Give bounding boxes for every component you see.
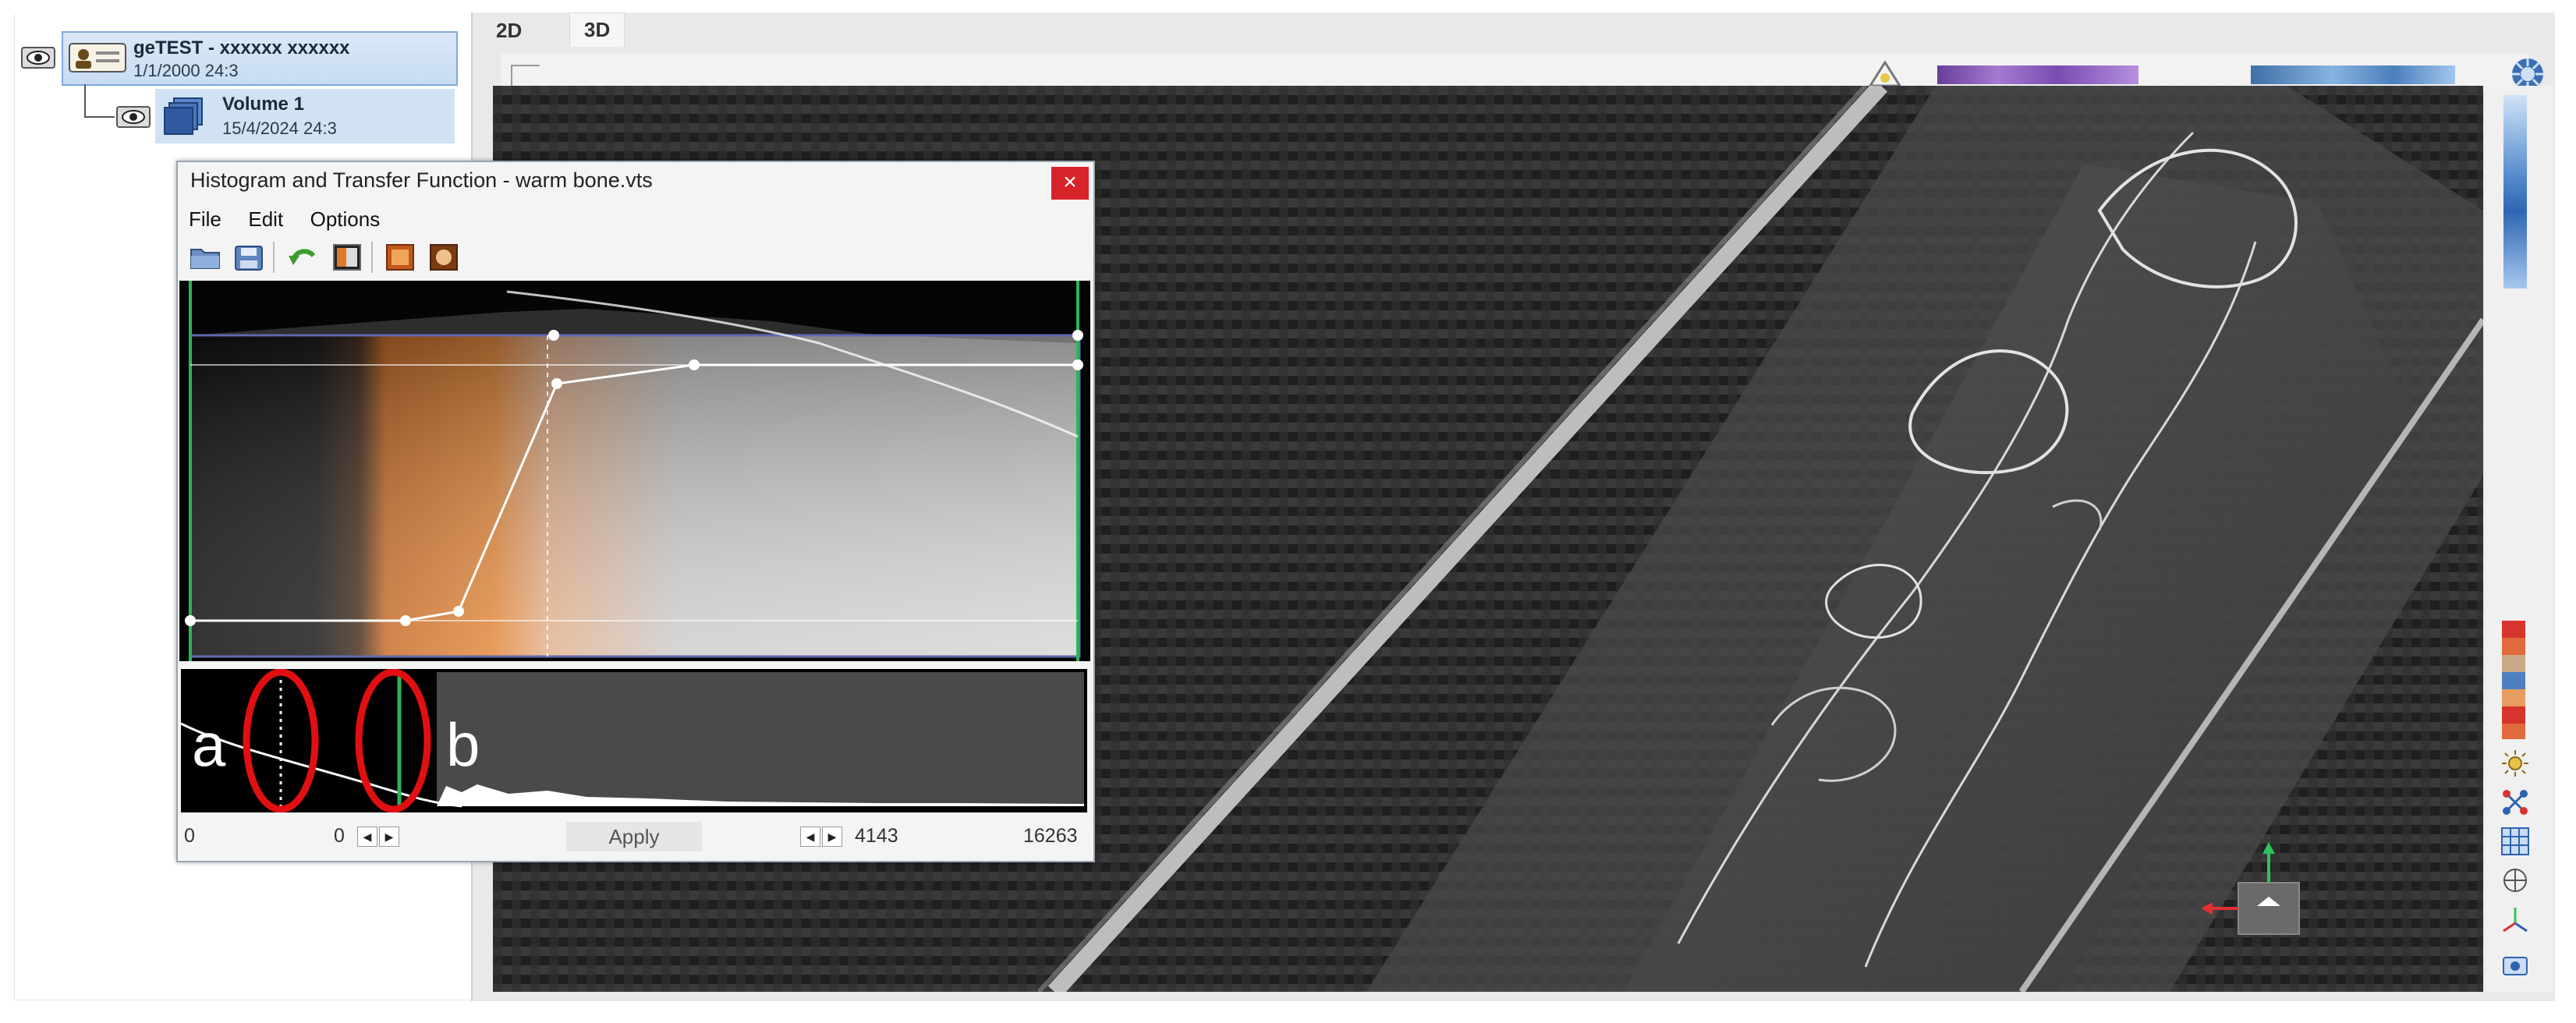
save-icon[interactable] bbox=[232, 242, 265, 273]
preset-bone-icon[interactable] bbox=[427, 242, 460, 273]
eye-icon[interactable] bbox=[21, 47, 55, 69]
eye-icon[interactable] bbox=[116, 106, 151, 128]
lower-increment-button[interactable]: ▶ bbox=[379, 827, 399, 847]
range-max-label: 16263 bbox=[1023, 825, 1078, 847]
snapshot-icon[interactable] bbox=[2500, 950, 2530, 979]
menu-file[interactable]: File bbox=[189, 207, 221, 231]
range-min-label: 0 bbox=[184, 825, 195, 847]
preset-warm-icon[interactable] bbox=[384, 242, 416, 273]
histogram-plot bbox=[181, 669, 1087, 812]
tab-2d[interactable]: 2D bbox=[482, 14, 536, 48]
molecule-icon[interactable] bbox=[2500, 788, 2530, 817]
volume-icon bbox=[164, 97, 203, 135]
toolbar-separator bbox=[273, 242, 275, 273]
grid-icon[interactable] bbox=[2500, 827, 2530, 856]
dialog-title: Histogram and Transfer Function - warm b… bbox=[190, 168, 653, 192]
lower-value: 0 bbox=[334, 825, 345, 847]
palette-bar-purple[interactable] bbox=[1937, 65, 2138, 84]
sun-icon[interactable] bbox=[2500, 749, 2530, 778]
transfer-function-editor[interactable] bbox=[179, 281, 1090, 661]
upper-increment-button[interactable]: ▶ bbox=[822, 827, 842, 847]
volume-title: Volume 1 bbox=[222, 94, 304, 115]
opacity-slider[interactable] bbox=[2503, 95, 2527, 288]
tree-node-patient[interactable]: geTEST - xxxxxx xxxxxx 1/1/2000 24:3 bbox=[62, 31, 458, 86]
lower-decrement-button[interactable]: ◀ bbox=[357, 827, 377, 847]
transfer-function-plot bbox=[179, 281, 1090, 661]
histogram-range-selector[interactable]: a b bbox=[181, 669, 1087, 812]
axes-icon[interactable] bbox=[2500, 904, 2530, 934]
corner-marker-icon bbox=[511, 65, 540, 86]
patient-date: 1/1/2000 24:3 bbox=[133, 61, 239, 80]
upper-decrement-button[interactable]: ◀ bbox=[800, 827, 820, 847]
apply-button[interactable]: Apply bbox=[566, 822, 702, 851]
tab-3d[interactable]: 3D bbox=[569, 12, 625, 47]
tree-connector bbox=[84, 84, 115, 118]
folder-open-icon[interactable] bbox=[189, 242, 221, 273]
color-legend bbox=[2502, 621, 2525, 739]
palette-bar-blue[interactable] bbox=[2251, 65, 2455, 84]
rotate-icon[interactable] bbox=[2500, 865, 2530, 895]
transfer-function-icon[interactable] bbox=[331, 242, 363, 273]
close-button[interactable]: × bbox=[1051, 167, 1089, 200]
patient-title: geTEST - xxxxxx xxxxxx bbox=[133, 37, 350, 58]
right-toolbar bbox=[2485, 86, 2553, 992]
annotation-label-b: b bbox=[446, 710, 480, 779]
tree-node-volume[interactable]: Volume 1 15/4/2024 24:3 bbox=[155, 89, 455, 143]
toolbar-separator bbox=[371, 242, 373, 273]
volume-date: 15/4/2024 24:3 bbox=[222, 119, 337, 138]
patient-icon bbox=[69, 43, 126, 73]
histogram-transfer-function-dialog[interactable]: Histogram and Transfer Function - warm b… bbox=[176, 161, 1095, 862]
undo-arrow-icon[interactable] bbox=[287, 242, 320, 273]
upper-value: 4143 bbox=[855, 825, 898, 847]
menu-edit[interactable]: Edit bbox=[248, 207, 283, 231]
light-source-icon[interactable] bbox=[1866, 59, 1905, 89]
menubar: File Edit Options bbox=[189, 207, 403, 235]
menu-options[interactable]: Options bbox=[310, 207, 381, 231]
annotation-label-a: a bbox=[192, 710, 226, 779]
